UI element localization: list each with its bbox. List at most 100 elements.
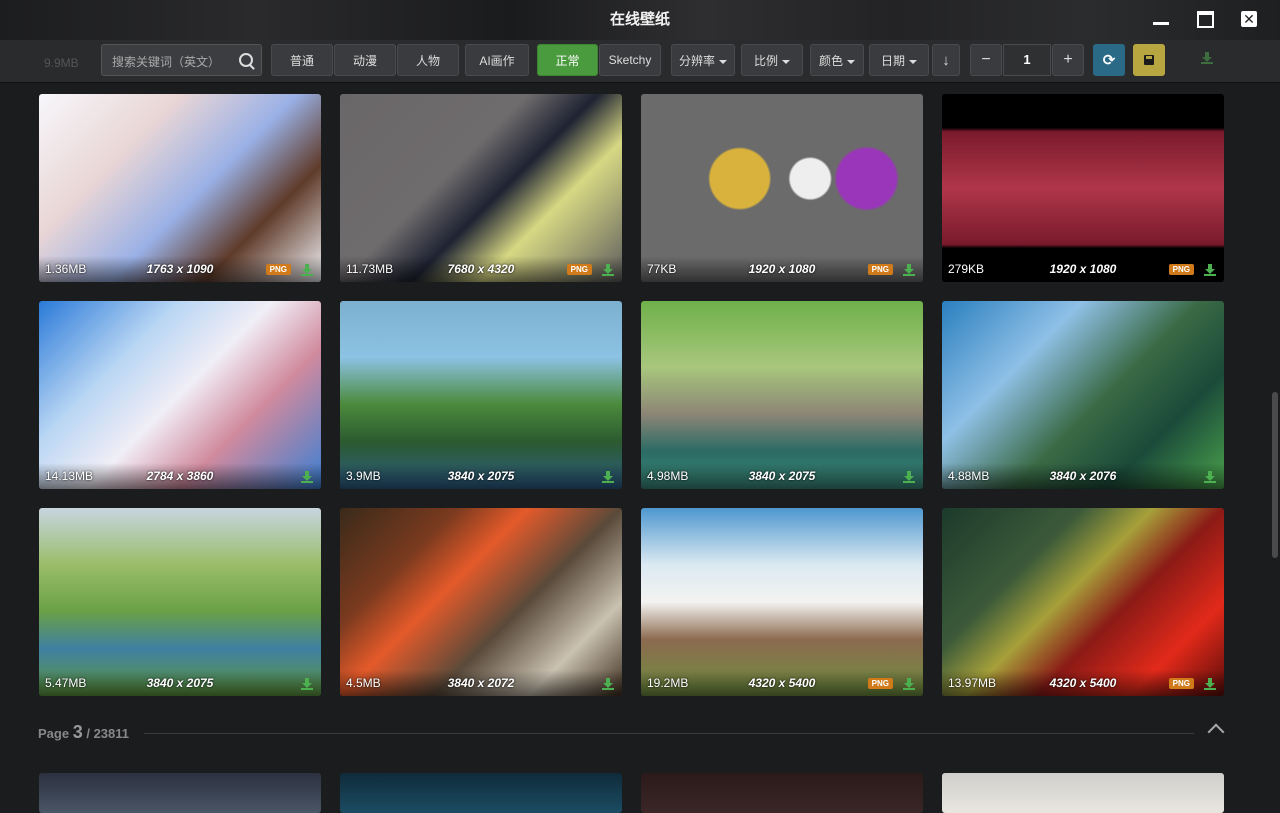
wallpaper-card[interactable]: 3.9MB 3840 x 2075 xyxy=(340,301,622,489)
date-label: 日期 xyxy=(880,53,905,68)
download-icon[interactable] xyxy=(1204,264,1216,276)
download-icon[interactable] xyxy=(301,264,313,276)
page-indicator: Page 3 / 23811 xyxy=(38,722,129,743)
window-title: 在线壁纸 xyxy=(609,11,670,28)
category-anime-button[interactable]: 动漫 xyxy=(334,44,396,76)
download-icon[interactable] xyxy=(903,471,915,483)
toolbar: 9.9MB 普通 动漫 人物 AI画作 正常 Sketchy 分辨率 比例 颜色… xyxy=(0,40,1280,83)
save-button[interactable] xyxy=(1133,44,1165,76)
card-info-bar: 5.47MB 3840 x 2075 xyxy=(39,670,321,696)
refresh-button[interactable]: ⟳ xyxy=(1093,44,1125,76)
category-people-button[interactable]: 人物 xyxy=(397,44,459,76)
minimize-icon xyxy=(1153,21,1169,25)
wallpaper-card[interactable]: 5.47MB 3840 x 2075 xyxy=(39,508,321,696)
wallpaper-card-preview[interactable] xyxy=(641,773,923,813)
maximize-button[interactable] xyxy=(1194,9,1216,29)
resolution-label: 分辨率 xyxy=(678,53,715,68)
wallpaper-card[interactable]: 4.5MB 3840 x 2072 xyxy=(340,508,622,696)
card-info-bar: 11.73MB 7680 x 4320 PNG xyxy=(340,256,622,282)
file-size: 19.2MB xyxy=(647,676,689,690)
resolution: 3840 x 2072 xyxy=(447,676,515,690)
chevron-up-icon[interactable] xyxy=(1207,723,1225,741)
download-icon[interactable] xyxy=(903,264,915,276)
card-info-bar: 19.2MB 4320 x 5400 PNG xyxy=(641,670,923,696)
wallpaper-card[interactable]: 279KB 1920 x 1080 PNG xyxy=(942,94,1224,282)
download-icon[interactable] xyxy=(602,264,614,276)
arrow-down-icon: ↓ xyxy=(942,51,950,69)
close-icon: ✕ xyxy=(1241,11,1257,27)
ratio-label: 比例 xyxy=(753,53,778,68)
category-general-button[interactable]: 普通 xyxy=(271,44,333,76)
page-prefix: Page xyxy=(38,726,70,741)
file-size: 11.73MB xyxy=(346,262,394,276)
file-size: 14.13MB xyxy=(45,469,94,483)
file-size: 1.36MB xyxy=(45,262,87,276)
purity-sketchy-button[interactable]: Sketchy xyxy=(599,44,661,76)
wallpaper-card[interactable]: 11.73MB 7680 x 4320 PNG xyxy=(340,94,622,282)
file-size: 5.47MB xyxy=(45,676,87,690)
minimize-button[interactable] xyxy=(1150,9,1172,29)
download-icon[interactable] xyxy=(1204,471,1216,483)
card-info-bar: 77KB 1920 x 1080 PNG xyxy=(641,256,923,282)
card-info-bar: 13.97MB 4320 x 5400 PNG xyxy=(942,670,1224,696)
download-icon[interactable] xyxy=(602,471,614,483)
purity-sfw-button[interactable]: 正常 xyxy=(537,44,598,76)
file-size: 4.88MB xyxy=(948,469,990,483)
png-badge: PNG xyxy=(566,264,592,275)
resolution-dropdown[interactable]: 分辨率 xyxy=(671,44,735,76)
search-box xyxy=(101,44,262,76)
wallpaper-card-preview[interactable] xyxy=(340,773,622,813)
download-icon[interactable] xyxy=(301,678,313,690)
wallpaper-card[interactable]: 19.2MB 4320 x 5400 PNG xyxy=(641,508,923,696)
page-next-button[interactable]: + xyxy=(1052,44,1084,76)
card-info-bar: 4.98MB 3840 x 2075 xyxy=(641,463,923,489)
ghost-size-text: 9.9MB xyxy=(44,56,79,70)
wallpaper-card[interactable]: 77KB 1920 x 1080 PNG xyxy=(641,94,923,282)
wallpaper-card-preview[interactable] xyxy=(39,773,321,813)
ratio-dropdown[interactable]: 比例 xyxy=(741,44,803,76)
png-badge: PNG xyxy=(265,264,291,275)
download-icon[interactable] xyxy=(1204,678,1216,690)
resolution: 3840 x 2075 xyxy=(447,469,515,483)
refresh-icon: ⟳ xyxy=(1102,52,1116,69)
wallpaper-card[interactable]: 13.97MB 4320 x 5400 PNG xyxy=(942,508,1224,696)
scrollbar-thumb[interactable] xyxy=(1272,392,1278,558)
download-icon[interactable] xyxy=(903,678,915,690)
wallpaper-card[interactable]: 4.88MB 3840 x 2076 xyxy=(942,301,1224,489)
category-ai-button[interactable]: AI画作 xyxy=(465,44,529,76)
maximize-icon xyxy=(1196,10,1214,28)
wallpaper-card[interactable]: 4.98MB 3840 x 2075 xyxy=(641,301,923,489)
card-info-bar: 1.36MB 1763 x 1090 PNG xyxy=(39,256,321,282)
card-info-bar: 4.5MB 3840 x 2072 xyxy=(340,670,622,696)
png-badge: PNG xyxy=(1168,678,1194,689)
divider xyxy=(144,733,1194,734)
card-info-bar: 279KB 1920 x 1080 PNG xyxy=(942,256,1224,282)
download-icon[interactable] xyxy=(602,678,614,690)
wallpaper-card-preview[interactable] xyxy=(942,773,1224,813)
page-number-input[interactable]: 1 xyxy=(1003,44,1051,76)
file-size: 4.5MB xyxy=(346,676,381,690)
page-prev-button[interactable]: − xyxy=(970,44,1002,76)
file-size: 13.97MB xyxy=(948,676,997,690)
close-button[interactable]: ✕ xyxy=(1238,9,1260,29)
caret-down-icon xyxy=(782,59,790,64)
caret-down-icon xyxy=(847,59,855,64)
caret-down-icon xyxy=(909,59,917,64)
date-dropdown[interactable]: 日期 xyxy=(869,44,929,76)
search-input[interactable] xyxy=(110,51,234,73)
floppy-disk-icon xyxy=(1144,55,1154,65)
wallpaper-card[interactable]: 1.36MB 1763 x 1090 PNG xyxy=(39,94,321,282)
file-size: 4.98MB xyxy=(647,469,689,483)
color-dropdown[interactable]: 颜色 xyxy=(810,44,864,76)
caret-down-icon xyxy=(719,59,727,64)
download-icon[interactable] xyxy=(301,471,313,483)
card-info-bar: 14.13MB 2784 x 3860 xyxy=(39,463,321,489)
search-icon[interactable] xyxy=(239,53,253,67)
file-size: 3.9MB xyxy=(346,469,381,483)
color-label: 颜色 xyxy=(818,53,843,68)
sort-order-button[interactable]: ↓ xyxy=(932,44,960,76)
file-size: 77KB xyxy=(647,262,677,276)
wallpaper-card[interactable]: 14.13MB 2784 x 3860 xyxy=(39,301,321,489)
png-badge: PNG xyxy=(1168,264,1194,275)
download-all-icon[interactable] xyxy=(1201,52,1213,64)
